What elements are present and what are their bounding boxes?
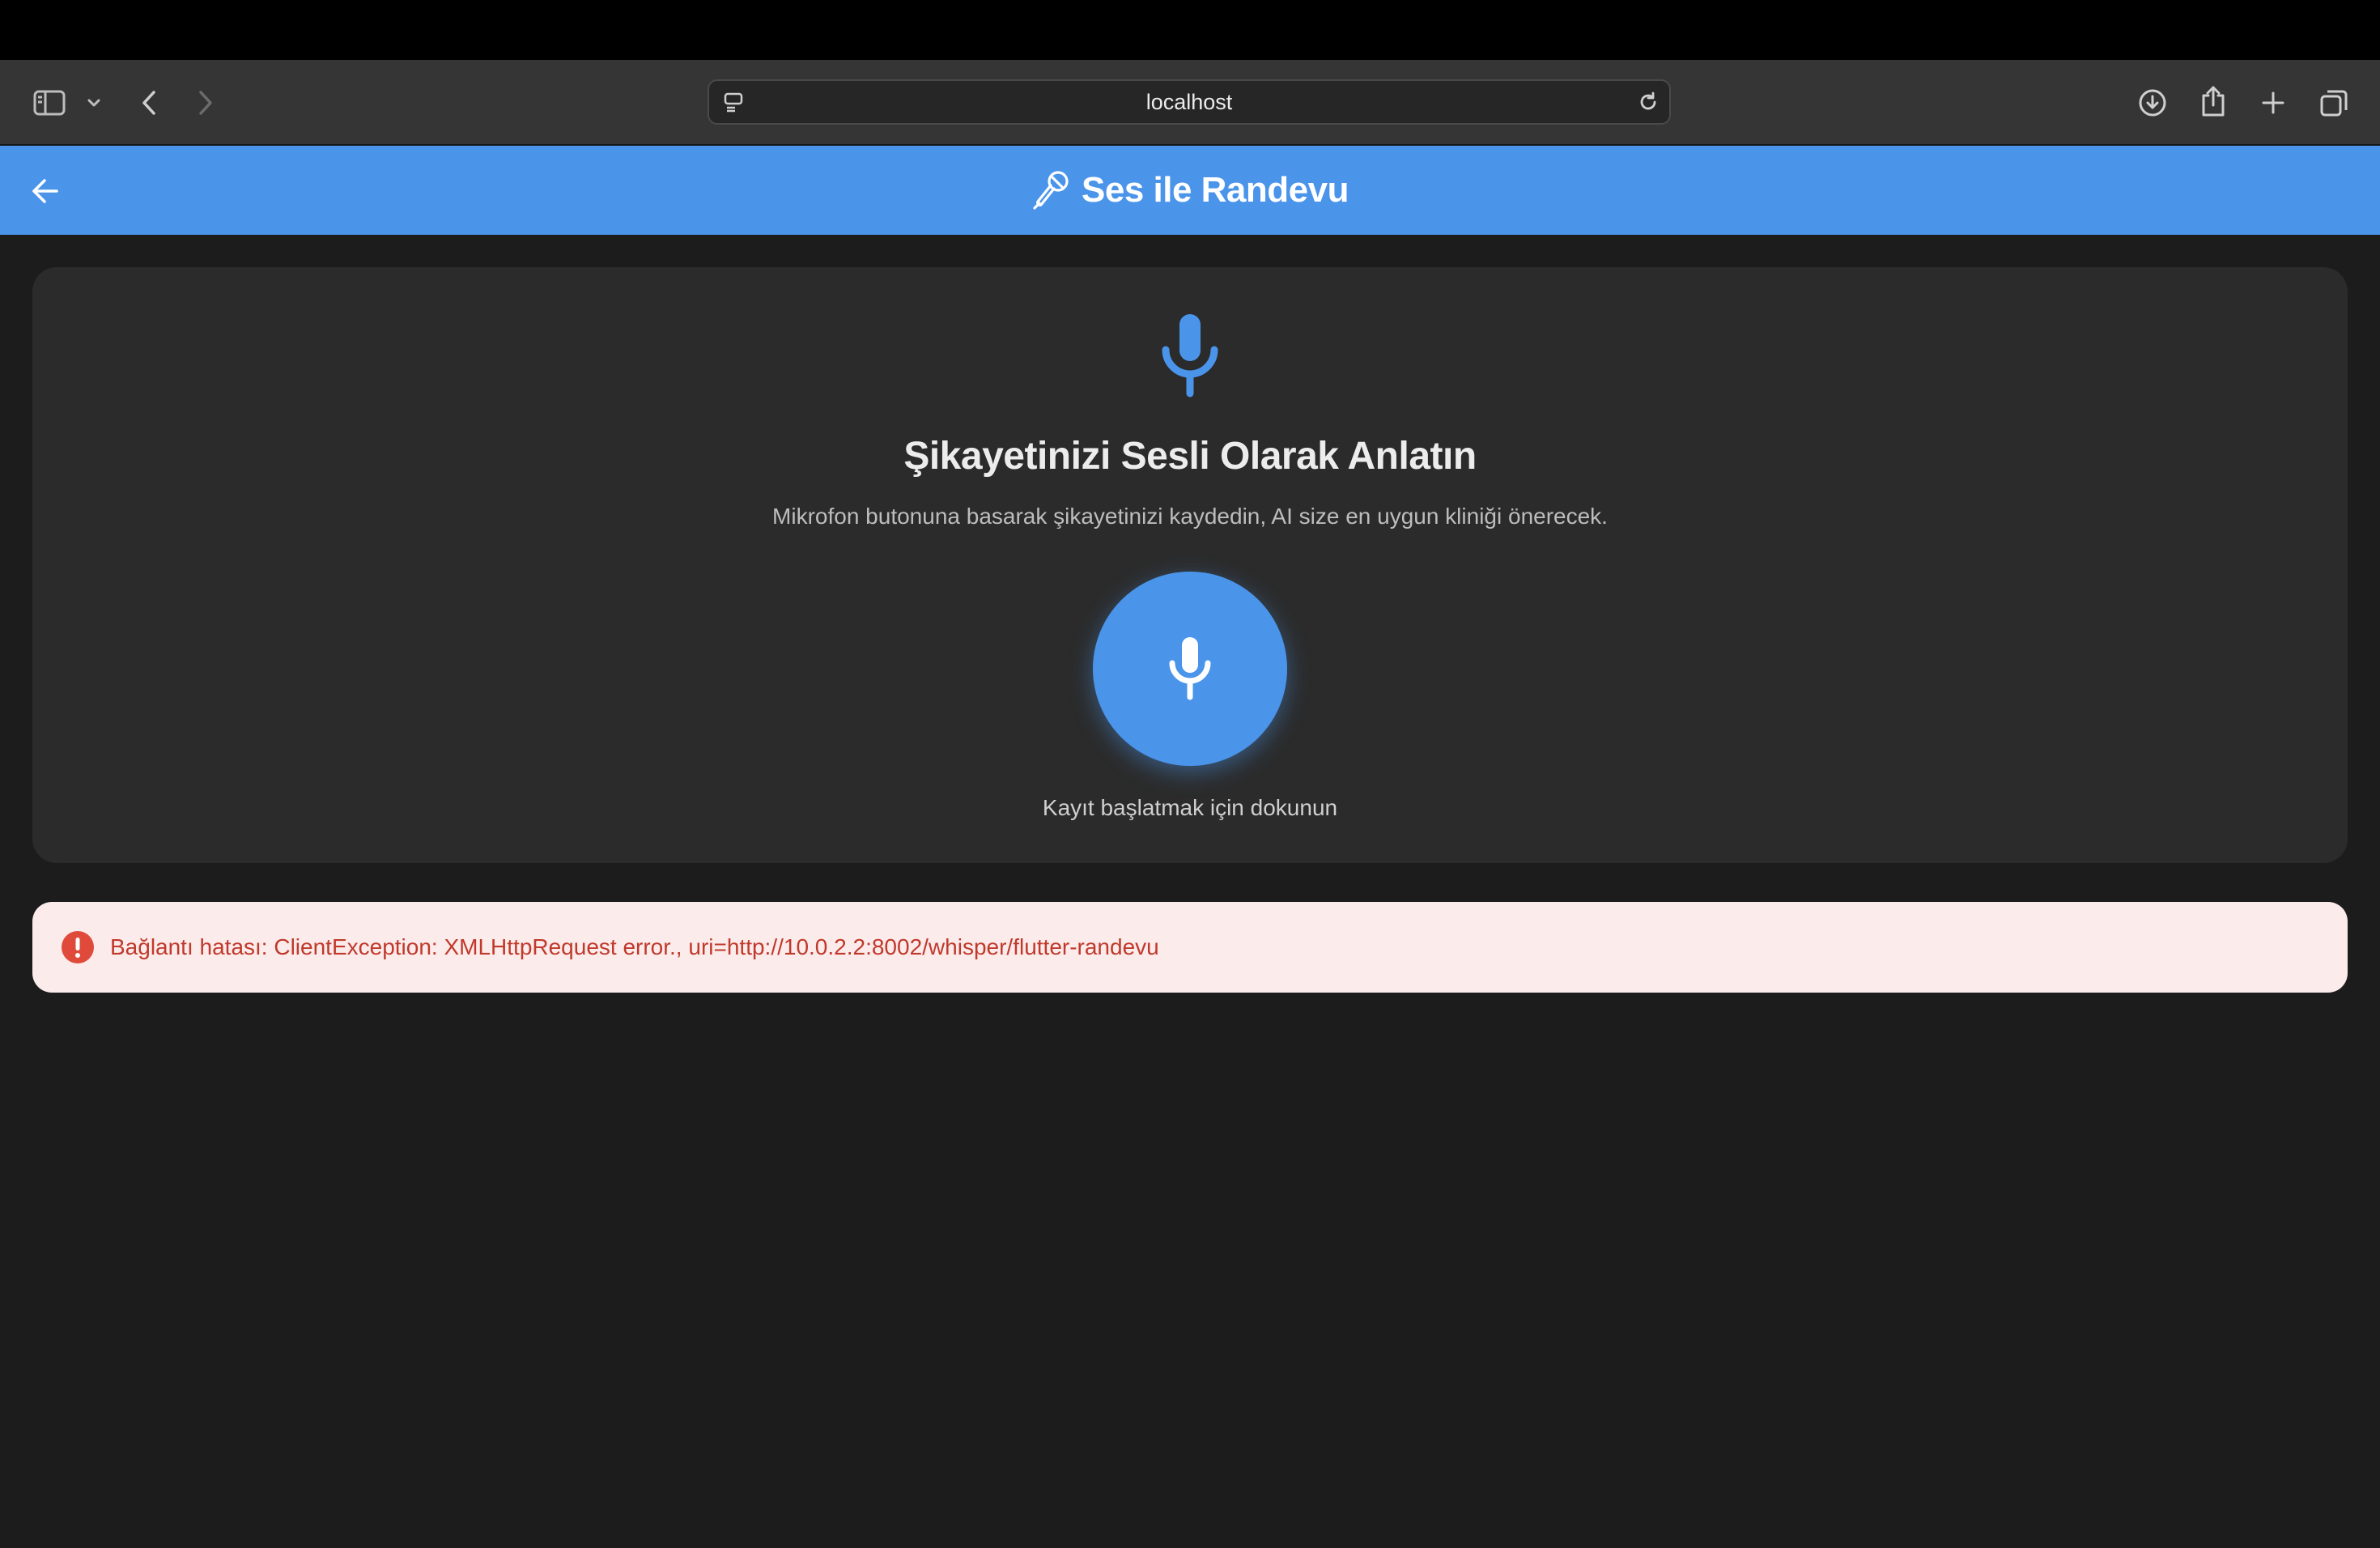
forward-icon[interactable] [193,84,219,121]
error-banner: Bağlantı hatası: ClientException: XMLHtt… [32,902,2348,993]
app-title: Ses ile Randevu [1082,170,1349,210]
reload-icon[interactable] [1635,89,1661,115]
share-icon[interactable] [2197,81,2229,121]
error-icon [60,929,96,969]
card-title: Şikayetinizi Sesli Olarak Anlatın [903,435,1477,478]
app-bar: Ses ile Randevu [0,146,2380,235]
error-message: Bağlantı hatası: ClientException: XMLHtt… [110,934,1159,959]
browser-toolbar: localhost [0,60,2380,146]
record-hint: Kayıt başlatmak için dokunun [1042,795,1338,820]
sidebar-icon[interactable] [31,86,68,120]
voice-card: Şikayetinizi Sesli Olarak Anlatın Mikrof… [32,267,2348,863]
tabs-icon[interactable] [2317,84,2351,121]
chevron-down-icon[interactable] [84,92,104,113]
microphone-icon [1166,636,1214,702]
microphone-icon [1156,313,1224,406]
app-title-group: Ses ile Randevu [0,146,2380,235]
plus-icon[interactable] [2257,86,2289,120]
card-subtitle: Mikrofon butonuna basarak şikayetinizi k… [772,504,1608,529]
microphone-icon [1031,169,1070,211]
address-bar[interactable]: localhost [708,79,1671,125]
download-icon[interactable] [2136,84,2170,121]
address-text[interactable]: localhost [709,81,1669,123]
back-icon[interactable] [136,84,162,121]
record-button[interactable] [1093,572,1287,766]
window-top-strip [0,0,2380,60]
